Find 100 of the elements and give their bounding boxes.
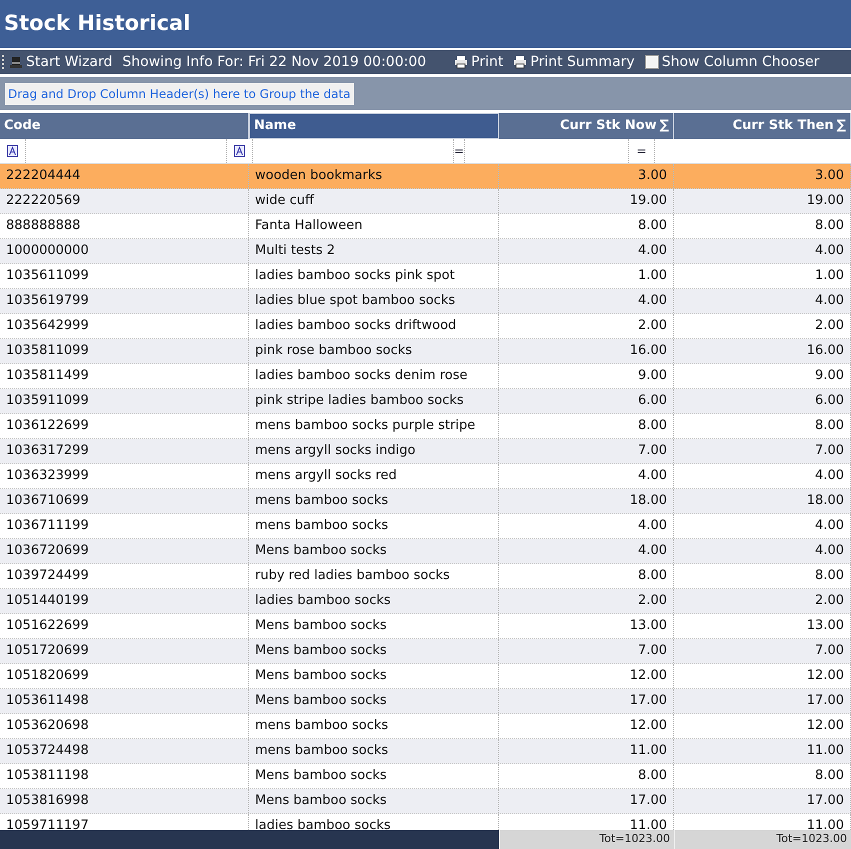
table-row[interactable]: 1036711199 mens bamboo socks 4.00 4.00 xyxy=(0,514,851,539)
table-row[interactable]: 1036317299 mens argyll socks indigo 7.00 7.00 xyxy=(0,439,851,464)
table-cell-text: 2.00 xyxy=(815,317,844,336)
table-row[interactable]: 1035811099 pink rose bamboo socks 16.00 16.00 xyxy=(0,339,851,364)
filter-operator[interactable]: = xyxy=(636,142,647,160)
table-cell-text: Multi tests 2 xyxy=(255,242,336,260)
table-row[interactable]: 1035811499 ladies bamboo socks denim rose 9.00 9.00 xyxy=(0,364,851,389)
table-row[interactable]: 1051720699 Mens bamboo socks 7.00 7.00 xyxy=(0,639,851,664)
table-cell-text: Mens bamboo socks xyxy=(255,542,387,560)
table-cell-text: 4.00 xyxy=(815,242,844,260)
table-cell-text: mens bamboo socks purple stripe xyxy=(255,417,476,436)
table-cell-text: 1035642999 xyxy=(6,317,89,336)
table-cell-text: Mens bamboo socks xyxy=(255,792,387,810)
table-row[interactable]: 1035619799 ladies blue spot bamboo socks 4.00 4.00 xyxy=(0,289,851,314)
table-cell-text: 2.00 xyxy=(638,317,667,336)
table-cell-text: 1036720699 xyxy=(6,542,89,560)
table-cell-text: ladies blue spot bamboo socks xyxy=(255,292,456,310)
table-cell-text: mens bamboo socks xyxy=(255,517,388,536)
table-row[interactable]: 1053620698 mens bamboo socks 12.00 12.00 xyxy=(0,714,851,739)
table-cell-text: ladies bamboo socks driftwood xyxy=(255,317,456,336)
text-filter-icon[interactable] xyxy=(234,145,245,157)
table-cell-text: 19.00 xyxy=(630,192,667,210)
table-cell-text: pink stripe ladies bamboo socks xyxy=(255,392,464,410)
table-row[interactable]: 1053611498 Mens bamboo socks 17.00 17.00 xyxy=(0,689,851,714)
table-cell-text: 4.00 xyxy=(638,242,667,260)
table-cell-text: 2.00 xyxy=(815,592,844,610)
table-row[interactable]: 1051820699 Mens bamboo socks 12.00 12.00 xyxy=(0,664,851,689)
table-cell-text: 12.00 xyxy=(806,667,844,686)
filter-operator[interactable]: = xyxy=(454,142,464,160)
table-cell-text: 8.00 xyxy=(815,217,844,236)
table-row[interactable]: 1036323999 mens argyll socks red 4.00 4.00 xyxy=(0,464,851,489)
page-title: Stock Historical xyxy=(4,10,190,38)
column-header[interactable]: Code xyxy=(0,113,249,139)
column-header[interactable]: Name xyxy=(249,113,499,139)
table-row[interactable]: 1051622699 Mens bamboo socks 13.00 13.00 xyxy=(0,614,851,639)
table-row[interactable]: 1039724499 ruby red ladies bamboo socks 8.00 8.00 xyxy=(0,564,851,589)
table-cell-text: 1.00 xyxy=(815,267,844,286)
print-button[interactable]: Print xyxy=(454,52,504,72)
column-chooser-checkbox[interactable]: Show Column Chooser xyxy=(644,52,820,72)
table-cell-text: 4.00 xyxy=(638,292,667,310)
table-cell-text: 1036122699 xyxy=(6,417,89,436)
table-cell-text: 13.00 xyxy=(630,617,667,636)
column-header[interactable]: Curr Stk Then ∑ xyxy=(674,113,851,139)
table-cell-text: 1035811099 xyxy=(6,342,89,360)
table-cell-text: 11.00 xyxy=(806,742,844,760)
table-row[interactable]: 1035911099 pink stripe ladies bamboo socks 6.00 6.00 xyxy=(0,389,851,414)
table-cell-text: 1.00 xyxy=(638,267,667,286)
table-cell-text: Mens bamboo socks xyxy=(255,767,387,786)
table-cell-text: mens bamboo socks xyxy=(255,492,388,510)
table-cell-text: 888888888 xyxy=(6,217,80,236)
table-row[interactable]: 888888888 Fanta Halloween 8.00 8.00 xyxy=(0,214,851,239)
table-row[interactable]: 222220569 wide cuff 19.00 19.00 xyxy=(0,189,851,214)
table-cell-text: 1053816998 xyxy=(6,792,89,810)
table-row[interactable]: 1053816998 Mens bamboo socks 17.00 17.00 xyxy=(0,789,851,814)
table-cell-text: 7.00 xyxy=(815,442,844,460)
print-summary-button[interactable]: Print Summary xyxy=(513,52,635,72)
column-header[interactable]: Curr Stk Now ∑ xyxy=(499,113,674,139)
table-row[interactable]: 1036710699 mens bamboo socks 18.00 18.00 xyxy=(0,489,851,514)
table-cell-text: 3.00 xyxy=(638,167,667,186)
table-cell-text: 1035911099 xyxy=(6,392,89,410)
table-cell-text: 1035619799 xyxy=(6,292,89,310)
table-cell-text: mens bamboo socks xyxy=(255,742,388,760)
table-row[interactable]: 222204444 wooden bookmarks 3.00 3.00 xyxy=(0,164,851,189)
table-cell-text: 8.00 xyxy=(815,417,844,436)
table-cell-text: 1036317299 xyxy=(6,442,89,460)
table-cell-text: Mens bamboo socks xyxy=(255,642,387,660)
table-cell-text: 9.00 xyxy=(815,367,844,386)
table-cell-text: 1036710699 xyxy=(6,492,89,510)
table-cell-text: 12.00 xyxy=(630,667,667,686)
table-cell-text: 1035611099 xyxy=(6,267,89,286)
table-cell-text: 1051622699 xyxy=(6,617,89,636)
grip-icon xyxy=(2,55,5,69)
table-cell-text: 11.00 xyxy=(630,817,667,830)
table-cell-text: ladies bamboo socks pink spot xyxy=(255,267,455,286)
table-cell-text: Mens bamboo socks xyxy=(255,692,387,710)
table-cell-text: 4.00 xyxy=(638,542,667,560)
table-row[interactable]: 1053811198 Mens bamboo socks 8.00 8.00 xyxy=(0,764,851,789)
table-cell-text: ruby red ladies bamboo socks xyxy=(255,567,450,586)
table-cell-text: 16.00 xyxy=(630,342,667,360)
table-cell-text: wide cuff xyxy=(255,192,314,210)
start-wizard-button[interactable]: Start Wizard xyxy=(9,52,112,72)
table-row[interactable]: 1035642999 ladies bamboo socks driftwood 2.00 2.00 xyxy=(0,314,851,339)
table-cell-text: 1035811499 xyxy=(6,367,89,386)
wizard-hat-icon xyxy=(9,55,23,69)
table-row[interactable]: 1036122699 mens bamboo socks purple stripe 8.00 8.00 xyxy=(0,414,851,439)
table-cell-text: 17.00 xyxy=(630,692,667,710)
table-row[interactable]: 1053724498 mens bamboo socks 11.00 11.00 xyxy=(0,739,851,764)
table-cell-text: 9.00 xyxy=(638,367,667,386)
showing-info-text: Showing Info For: Fri 22 Nov 2019 00:00:00 xyxy=(122,52,426,72)
table-cell-text: 12.00 xyxy=(630,717,667,736)
table-cell-text: 16.00 xyxy=(806,342,844,360)
table-row[interactable]: 1035611099 ladies bamboo socks pink spot 1.00 1.00 xyxy=(0,264,851,289)
table-cell-text: 4.00 xyxy=(638,517,667,536)
table-cell-text: 17.00 xyxy=(630,792,667,810)
table-row[interactable]: 1036720699 Mens bamboo socks 4.00 4.00 xyxy=(0,539,851,564)
table-row[interactable]: 1000000000 Multi tests 2 4.00 4.00 xyxy=(0,239,851,264)
table-row[interactable]: 1051440199 ladies bamboo socks 2.00 2.00 xyxy=(0,589,851,614)
table-cell-text: 17.00 xyxy=(806,792,844,810)
table-cell-text: Mens bamboo socks xyxy=(255,667,387,686)
text-filter-icon[interactable] xyxy=(7,145,18,157)
